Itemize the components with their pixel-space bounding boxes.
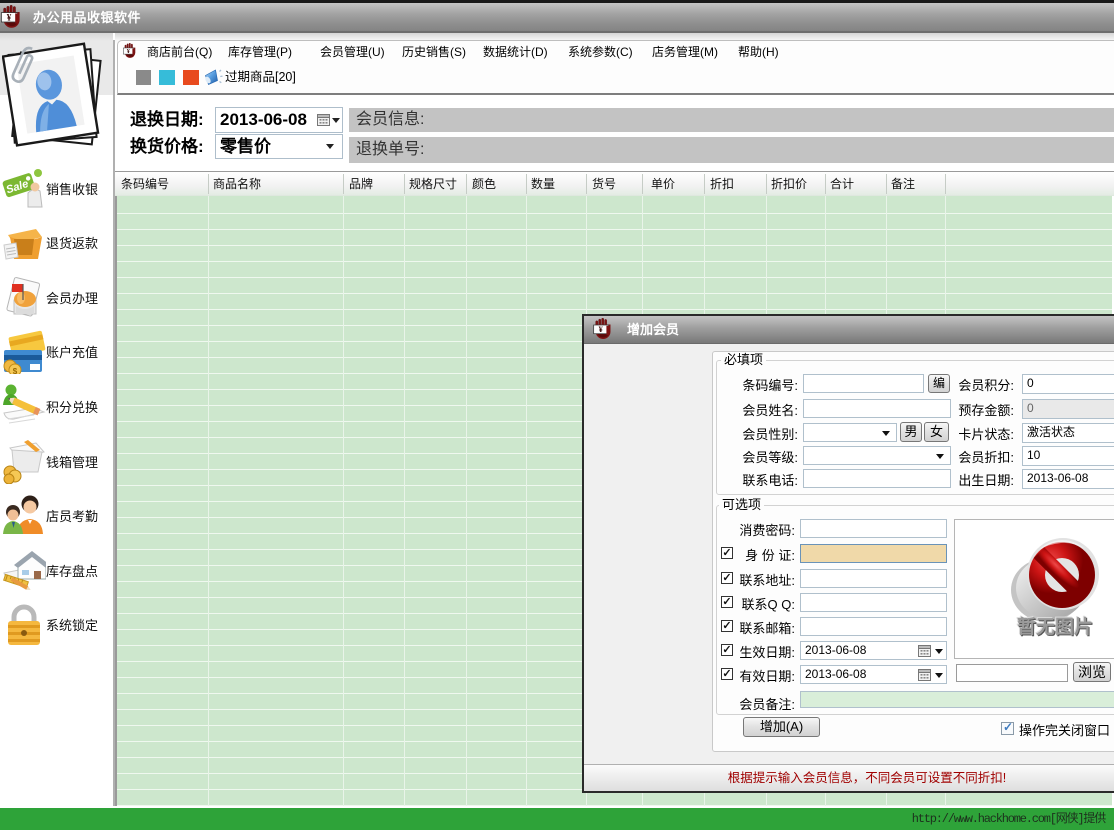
svg-text:$: $ (13, 367, 18, 374)
svg-text:¥: ¥ (7, 12, 12, 22)
svg-text:¥: ¥ (127, 49, 130, 55)
